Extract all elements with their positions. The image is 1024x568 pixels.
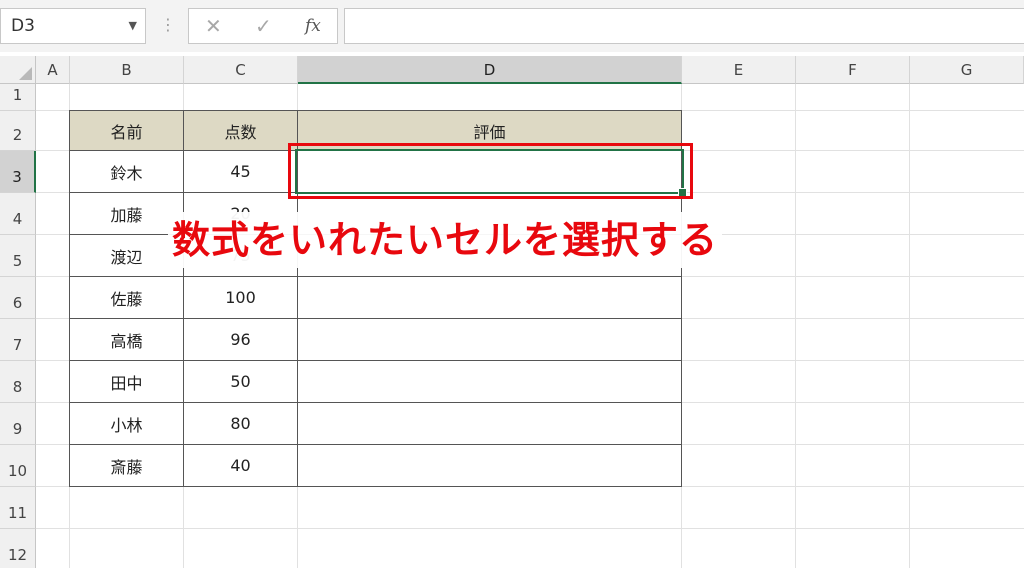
select-all-button[interactable] [0, 56, 36, 84]
formula-bar: D3 ▼ ⋮ ✕ ✓ fx [0, 0, 1024, 52]
gridline [909, 84, 910, 568]
column-header-a[interactable]: A [36, 56, 70, 84]
cell-name[interactable]: 田中 [69, 360, 184, 403]
highlight-box [288, 143, 693, 199]
column-header-b[interactable]: B [70, 56, 184, 84]
gridline [36, 528, 1024, 529]
formula-buttons: ✕ ✓ fx [188, 8, 338, 44]
chevron-down-icon[interactable]: ▼ [129, 9, 137, 43]
row-header-2[interactable]: 2 [0, 111, 36, 151]
cell-name[interactable]: 小林 [69, 402, 184, 445]
table-row: 斎藤 40 [69, 444, 682, 487]
cell-score[interactable]: 40 [183, 444, 298, 487]
row-number: 4 [12, 210, 23, 228]
row-header-8[interactable]: 8 [0, 361, 36, 403]
column-header-c[interactable]: C [184, 56, 298, 84]
insert-function-button[interactable]: fx [305, 9, 321, 43]
column-header-d[interactable]: D [298, 56, 682, 84]
cell-name[interactable]: 鈴木 [69, 150, 184, 193]
cell-name[interactable]: 佐藤 [69, 276, 184, 319]
cell-rating[interactable] [297, 444, 682, 487]
close-icon[interactable]: ✕ [205, 9, 222, 43]
row-header-6[interactable]: 6 [0, 277, 36, 319]
row-header-1[interactable]: 1 [0, 84, 36, 111]
row-header-12[interactable]: 12 [0, 529, 36, 568]
row-number: 6 [12, 294, 23, 312]
cell-name[interactable]: 斎藤 [69, 444, 184, 487]
row-header-10[interactable]: 10 [0, 445, 36, 487]
formula-input[interactable] [344, 8, 1024, 44]
cell-rating[interactable] [297, 360, 682, 403]
row-number: 8 [12, 378, 23, 396]
cell-name[interactable]: 高橋 [69, 318, 184, 361]
cell-score[interactable]: 80 [183, 402, 298, 445]
row-number: 10 [7, 462, 28, 480]
cell-score[interactable]: 100 [183, 276, 298, 319]
cell-name[interactable]: 加藤 [69, 192, 184, 235]
column-header-g[interactable]: G [910, 56, 1024, 84]
table-row: 佐藤 100 [69, 276, 682, 319]
row-number: 11 [7, 504, 28, 522]
row-number: 5 [12, 252, 23, 270]
table-row: 高橋 96 [69, 318, 682, 361]
row-header-7[interactable]: 7 [0, 319, 36, 361]
table-row: 小林 80 [69, 402, 682, 445]
row-header-3[interactable]: 3 [0, 151, 36, 193]
worksheet-grid[interactable]: A B C D E F G 1 2 3 4 5 6 7 8 9 10 11 12… [0, 56, 1024, 568]
cell-rating[interactable] [297, 402, 682, 445]
row-number: 7 [12, 336, 23, 354]
row-number: 9 [12, 420, 23, 438]
gridline [795, 84, 796, 568]
column-header-f[interactable]: F [796, 56, 910, 84]
annotation-caption: 数式をいれたいセルを選択する [168, 212, 723, 268]
row-header-11[interactable]: 11 [0, 487, 36, 529]
row-number: 2 [12, 126, 23, 144]
cell-score[interactable]: 50 [183, 360, 298, 403]
cell-rating[interactable] [297, 318, 682, 361]
table-row: 田中 50 [69, 360, 682, 403]
cell-rating[interactable] [297, 276, 682, 319]
cell-score[interactable]: 45 [183, 150, 298, 193]
check-icon[interactable]: ✓ [255, 9, 272, 43]
row-number: 12 [7, 546, 28, 564]
row-header-9[interactable]: 9 [0, 403, 36, 445]
cell-name[interactable]: 渡辺 [69, 234, 184, 277]
cell-score[interactable]: 96 [183, 318, 298, 361]
row-number: 3 [12, 168, 22, 186]
more-options-icon[interactable]: ⋮ [160, 10, 176, 40]
header-name[interactable]: 名前 [69, 110, 184, 151]
name-box-value: D3 [11, 16, 35, 36]
row-header-4[interactable]: 4 [0, 193, 36, 235]
header-score[interactable]: 点数 [183, 110, 298, 151]
column-header-e[interactable]: E [682, 56, 796, 84]
row-header-5[interactable]: 5 [0, 235, 36, 277]
row-number: 1 [12, 86, 23, 104]
name-box[interactable]: D3 ▼ [0, 8, 146, 44]
